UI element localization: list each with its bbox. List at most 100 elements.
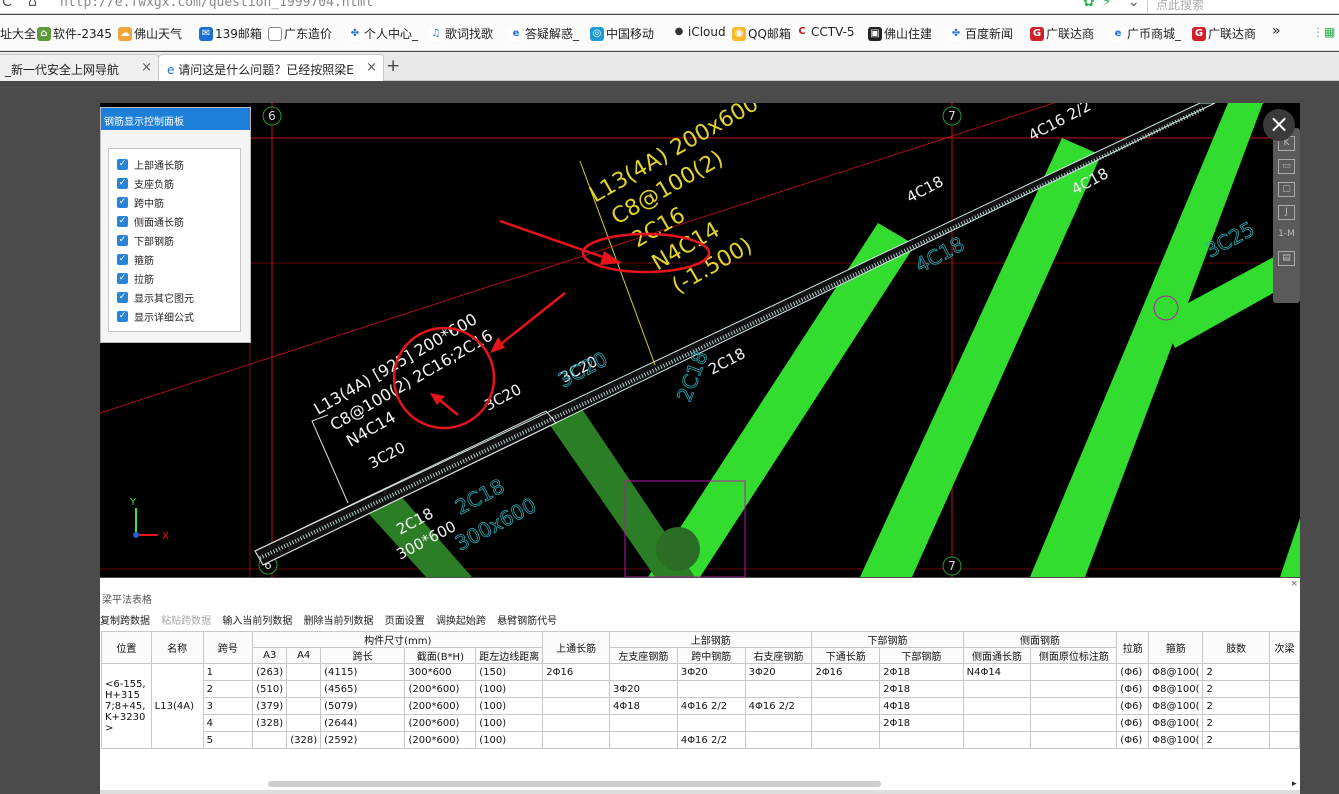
- table-cell-len[interactable]: (2592): [320, 731, 406, 749]
- tool-button[interactable]: J: [1278, 205, 1295, 220]
- table-cell-legs[interactable]: 2: [1202, 680, 1270, 698]
- table-row[interactable]: 3 (379) (5079) (200*600) (100) 4Φ18 4Φ16 2/2 4Φ…: [102, 697, 1301, 715]
- table-cell-bot-cont[interactable]: [811, 680, 881, 698]
- column-header[interactable]: 跨长: [320, 647, 406, 664]
- url-field[interactable]: http://e.fwxgx.com/question_1999704.html: [60, 0, 373, 10]
- table-cell-next[interactable]: [1268, 663, 1301, 681]
- option-checkbox[interactable]: ✓ 跨中筋: [117, 195, 164, 210]
- table-cell-a3[interactable]: (263): [252, 663, 288, 681]
- table-cell-left[interactable]: [609, 663, 678, 681]
- table-cell-side-cont[interactable]: [962, 714, 1032, 732]
- table-cell-top-cont[interactable]: [542, 714, 610, 732]
- bookmark-item[interactable]: ✤ 百度新闻: [949, 25, 1013, 42]
- table-cell-stirrup[interactable]: Φ8@100(: [1148, 663, 1204, 681]
- bookmark-item[interactable]: ▣ 佛山住建: [868, 25, 932, 42]
- table-cell-bot-cont[interactable]: 2Φ16: [811, 663, 881, 681]
- table-cell-stirrup[interactable]: Φ8@100(: [1148, 731, 1204, 749]
- close-viewer-button[interactable]: ×: [1263, 109, 1295, 141]
- column-header[interactable]: 箍筋: [1148, 631, 1204, 664]
- column-header[interactable]: 侧面原位标注筋: [1030, 647, 1118, 664]
- table-cell-sec[interactable]: (200*600): [404, 714, 477, 732]
- table-cell-sec[interactable]: (200*600): [404, 731, 477, 749]
- swap-span-button[interactable]: 调换起始跨: [436, 616, 486, 627]
- column-header[interactable]: 侧面通长筋: [962, 647, 1032, 664]
- table-cell-top-cont[interactable]: 2Φ16: [542, 663, 610, 681]
- table-cell-bot[interactable]: 2Φ18: [879, 714, 964, 732]
- table-cell-bot-cont[interactable]: [811, 714, 881, 732]
- table-cell-sec[interactable]: (200*600): [404, 697, 477, 715]
- table-cell-right[interactable]: [744, 714, 813, 732]
- tool-button[interactable]: ▭: [1278, 159, 1295, 174]
- table-cell-edge[interactable]: (100): [475, 697, 544, 715]
- bookmark-item[interactable]: ◉ QQ邮箱: [732, 25, 791, 42]
- table-cell-edge[interactable]: (100): [475, 731, 544, 749]
- input-column-button[interactable]: 输入当前列数据: [222, 616, 292, 627]
- table-cell-len[interactable]: (5079): [320, 697, 406, 715]
- table-row[interactable]: 2 (510) (4565) (200*600) (100) 3Φ20 2Φ18 (Φ6) Φ8…: [102, 680, 1301, 698]
- bookmark-item[interactable]: ✉ 139邮箱: [199, 25, 262, 42]
- table-cell-edge[interactable]: (150): [475, 663, 544, 681]
- tab-item[interactable]: _新一代安全上网导航 ×: [0, 54, 159, 81]
- column-header[interactable]: 上通长筋: [542, 631, 610, 664]
- bookmark-item[interactable]: G 广联达商: [1192, 25, 1256, 42]
- table-cell-side-cont[interactable]: N4Φ14: [962, 663, 1032, 681]
- table-cell-next[interactable]: [1268, 731, 1301, 749]
- column-header[interactable]: 名称: [150, 631, 204, 664]
- table-cell-span[interactable]: 1: [202, 663, 254, 681]
- bookmark-item[interactable]: ● iCloud: [672, 25, 726, 39]
- option-checkbox[interactable]: ✓ 侧面通长筋: [117, 214, 184, 229]
- table-cell-len[interactable]: (4115): [320, 663, 406, 681]
- table-cell-stirrup[interactable]: Φ8@100(: [1148, 714, 1204, 732]
- table-cell-tie[interactable]: (Φ6): [1116, 731, 1150, 749]
- tool-button[interactable]: ▤: [1278, 251, 1295, 266]
- column-header[interactable]: 距左边线距离: [475, 647, 544, 664]
- table-cell-legs[interactable]: 2: [1202, 663, 1270, 681]
- bookmark-item[interactable]: e 广币商城_: [1111, 25, 1181, 42]
- bookmark-item[interactable]: ♫ 歌词找歌: [429, 25, 493, 42]
- bookmark-item[interactable]: ☁ 佛山天气: [118, 25, 182, 42]
- table-cell-a3[interactable]: (328): [252, 714, 288, 732]
- table-cell-mid[interactable]: [676, 714, 746, 732]
- table-cell-a3[interactable]: (510): [252, 680, 288, 698]
- option-checkbox[interactable]: ✓ 拉筋: [117, 271, 154, 286]
- table-cell-a4[interactable]: [286, 663, 322, 681]
- column-header[interactable]: 右支座钢筋: [744, 647, 813, 664]
- table-cell-tie[interactable]: (Φ6): [1116, 697, 1150, 715]
- tool-button[interactable]: ▢: [1278, 182, 1295, 197]
- table-cell-stirrup[interactable]: Φ8@100(: [1148, 697, 1204, 715]
- name-cell[interactable]: L13(4A): [150, 663, 204, 749]
- column-header[interactable]: 次梁: [1268, 631, 1301, 664]
- tab-item-active[interactable]: e 请问这是什么问题？已经按照梁E ×: [158, 54, 384, 81]
- dropdown-icon[interactable]: ⌄: [1128, 0, 1140, 10]
- table-cell-top-cont[interactable]: [542, 697, 610, 715]
- table-cell-span[interactable]: 3: [202, 697, 254, 715]
- table-cell-edge[interactable]: (100): [475, 714, 544, 732]
- table-cell-bot[interactable]: 4Φ18: [879, 697, 964, 715]
- column-header[interactable]: 左支座钢筋: [609, 647, 678, 664]
- menu-dots-icon[interactable]: ⋮: [1312, 25, 1324, 39]
- table-cell-mid[interactable]: 4Φ16 2/2: [676, 697, 746, 715]
- table-cell-bot-cont[interactable]: [811, 697, 881, 715]
- bookmark-item[interactable]: ⌂ 软件-2345: [37, 25, 112, 42]
- table-cell-next[interactable]: [1268, 680, 1301, 698]
- table-cell-tie[interactable]: (Φ6): [1116, 680, 1150, 698]
- bookmark-item[interactable]: 址大全: [0, 25, 36, 42]
- table-cell-next[interactable]: [1268, 714, 1301, 732]
- table-cell-next[interactable]: [1268, 697, 1301, 715]
- option-checkbox[interactable]: ✓ 显示详细公式: [117, 309, 194, 324]
- table-cell-side-cont[interactable]: [962, 680, 1032, 698]
- table-cell-len[interactable]: (2644): [320, 714, 406, 732]
- cantilever-code-button[interactable]: 悬臂钢筋代号: [497, 616, 557, 627]
- column-header[interactable]: 位置: [101, 631, 152, 664]
- position-cell[interactable]: <6-155,H+3157;8+45,K+3230>: [101, 663, 152, 749]
- column-header[interactable]: A3: [252, 647, 288, 664]
- table-cell-right[interactable]: 4Φ16 2/2: [744, 697, 813, 715]
- table-cell-side-mark[interactable]: [1030, 697, 1118, 715]
- option-checkbox[interactable]: ✓ 支座负筋: [117, 176, 174, 191]
- table-cell-side-mark[interactable]: [1030, 680, 1118, 698]
- option-checkbox[interactable]: ✓ 上部通长筋: [117, 157, 184, 172]
- table-cell-side-mark[interactable]: [1030, 663, 1118, 681]
- table-cell-top-cont[interactable]: [542, 731, 610, 749]
- paste-span-button[interactable]: 粘贴跨数据: [161, 616, 211, 627]
- table-cell-a4[interactable]: [286, 680, 322, 698]
